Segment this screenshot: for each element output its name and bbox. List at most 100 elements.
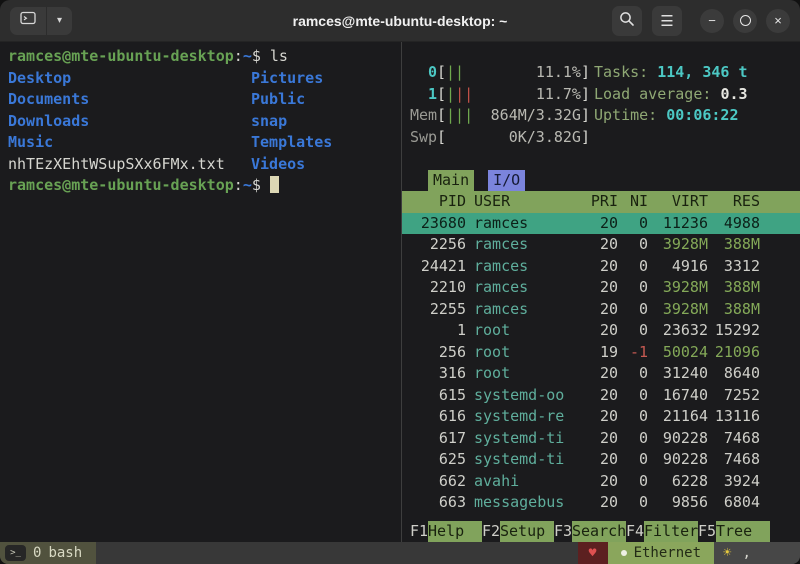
process-row[interactable]: 663 messagebus 20 0 9856 6804 [402,492,800,514]
process-row[interactable]: 616 systemd-re 20 0 21164 13116 [402,406,800,428]
process-row[interactable]: 662 avahi 20 0 6228 3924 [402,471,800,493]
column-header-user[interactable]: USER [466,191,578,213]
process-row[interactable]: 23680 ramces 20 0 11236 4988 [402,213,800,235]
window-title: ramces@mte-ubuntu-desktop: ~ [100,13,700,29]
process-row[interactable]: 316 root 20 0 31240 8640 [402,363,800,385]
function-key-button[interactable]: F1Help [410,521,482,543]
process-res: 7252 [708,385,760,407]
bash-pane[interactable]: ramces@mte-ubuntu-desktop:~$ ls DesktopP… [0,42,401,542]
memory-usage-text: 864M/3.32G [491,105,581,127]
process-user: root [466,320,578,342]
profiles-chevron-button[interactable]: ▾ [46,7,72,35]
function-key-button[interactable]: F3Search [554,521,626,543]
search-button[interactable] [612,6,642,36]
process-row[interactable]: 1 root 20 0 23632 15292 [402,320,800,342]
process-row[interactable]: 256 root 19 -1 50024 21096 [402,342,800,364]
process-pid: 1 [410,320,466,342]
tab-main[interactable]: Main [428,170,474,192]
htop-function-bar: F1HelpF2SetupF3SearchF4FilterF5Tree [402,521,800,543]
cpu0-bars: || [446,62,464,84]
process-nice: -1 [618,342,648,364]
menu-button[interactable]: ☰ [652,6,682,36]
new-tab-button[interactable] [10,7,46,35]
process-row[interactable]: 625 systemd-ti 20 0 90228 7468 [402,449,800,471]
cpu1-meter: 1[|||11.7%] [410,84,590,106]
terminal-window: ▾ ramces@mte-ubuntu-desktop: ~ ☰ − [0,0,800,564]
close-button[interactable]: × [766,9,790,33]
ls-entry: Documents [8,89,251,111]
prompt-user-host: ramces@mte-ubuntu-desktop [8,176,234,194]
headerbar-actions: ☰ − × [612,6,790,36]
process-row[interactable]: 2255 ramces 20 0 3928M 388M [402,299,800,321]
tmux-window-tab[interactable]: >_ 0 bash [0,542,96,564]
typed-command: ls [270,47,288,65]
minimize-button[interactable]: − [700,9,724,33]
window-name: bash [48,545,82,561]
blank-row [402,148,800,170]
process-nice: 0 [618,428,648,450]
process-res: 7468 [708,428,760,450]
process-nice: 0 [618,256,648,278]
prompt-line-current: ramces@mte-ubuntu-desktop:~$ [8,175,401,197]
process-row[interactable]: 617 systemd-ti 20 0 90228 7468 [402,428,800,450]
process-virt: 3928M [648,277,708,299]
process-user: root [466,342,578,364]
process-user: ramces [466,213,578,235]
column-header-virt[interactable]: VIRT [648,191,708,213]
process-user: messagebus [466,492,578,514]
prompt-user-host: ramces@mte-ubuntu-desktop [8,47,234,65]
process-virt: 3928M [648,234,708,256]
uptime-stat: Uptime: 00:06:22 [594,105,739,127]
process-priority: 19 [578,342,618,364]
search-icon [619,11,635,31]
maximize-button[interactable] [733,9,757,33]
sun-icon: ☀ [723,545,731,561]
process-nice: 0 [618,406,648,428]
process-pid: 616 [410,406,466,428]
function-key-button[interactable]: F4Filter [626,521,698,543]
ls-entry: Public [251,89,305,111]
process-pid: 2210 [410,277,466,299]
prompt-line-with-command: ramces@mte-ubuntu-desktop:~$ ls [8,46,401,68]
column-header-res[interactable]: RES [708,191,760,213]
process-user: systemd-ti [466,449,578,471]
process-virt: 31240 [648,363,708,385]
process-priority: 20 [578,234,618,256]
cpu1-bars: | [446,84,455,106]
memory-bars: ||| [446,105,473,127]
column-header-pid[interactable]: PID [410,191,466,213]
process-user: root [466,363,578,385]
column-header-pri[interactable]: PRI [578,191,618,213]
process-res: 388M [708,299,760,321]
network-status-segment[interactable]: Ethernet [608,542,714,564]
process-nice: 0 [618,385,648,407]
function-key-button[interactable]: F5Tree [698,521,770,543]
ls-entry: Pictures [251,68,323,90]
tab-io[interactable]: I/O [488,170,525,192]
status-right-segment[interactable]: ☀ , [714,542,800,564]
process-priority: 20 [578,471,618,493]
process-priority: 20 [578,320,618,342]
ls-output-row: DocumentsPublic [8,89,401,111]
process-virt: 4916 [648,256,708,278]
ls-entry: snap [251,111,287,133]
process-table-header[interactable]: PID USER PRI NI VIRT RES [402,191,800,213]
process-nice: 0 [618,363,648,385]
network-status-icon [621,550,627,556]
htop-pane[interactable]: 0[||11.1%] Tasks: 114, 346 t 1[|||11.7%]… [402,42,800,542]
battery-status-segment[interactable]: ♥ [578,542,608,564]
tasks-stat: Tasks: 114, 346 t [594,62,748,84]
process-nice: 0 [618,234,648,256]
function-key-button[interactable]: F2Setup [482,521,554,543]
process-nice: 0 [618,320,648,342]
process-row[interactable]: 615 systemd-oo 20 0 16740 7252 [402,385,800,407]
process-row[interactable]: 2256 ramces 20 0 3928M 388M [402,234,800,256]
column-header-ni[interactable]: NI [618,191,648,213]
process-row[interactable]: 2210 ramces 20 0 3928M 388M [402,277,800,299]
cpu0-meter: 0[||11.1%] [410,62,590,84]
swap-meter: Swp[0K/3.82G] [410,127,590,149]
process-priority: 20 [578,406,618,428]
process-row[interactable]: 24421 ramces 20 0 4916 3312 [402,256,800,278]
process-user: ramces [466,299,578,321]
process-nice: 0 [618,492,648,514]
